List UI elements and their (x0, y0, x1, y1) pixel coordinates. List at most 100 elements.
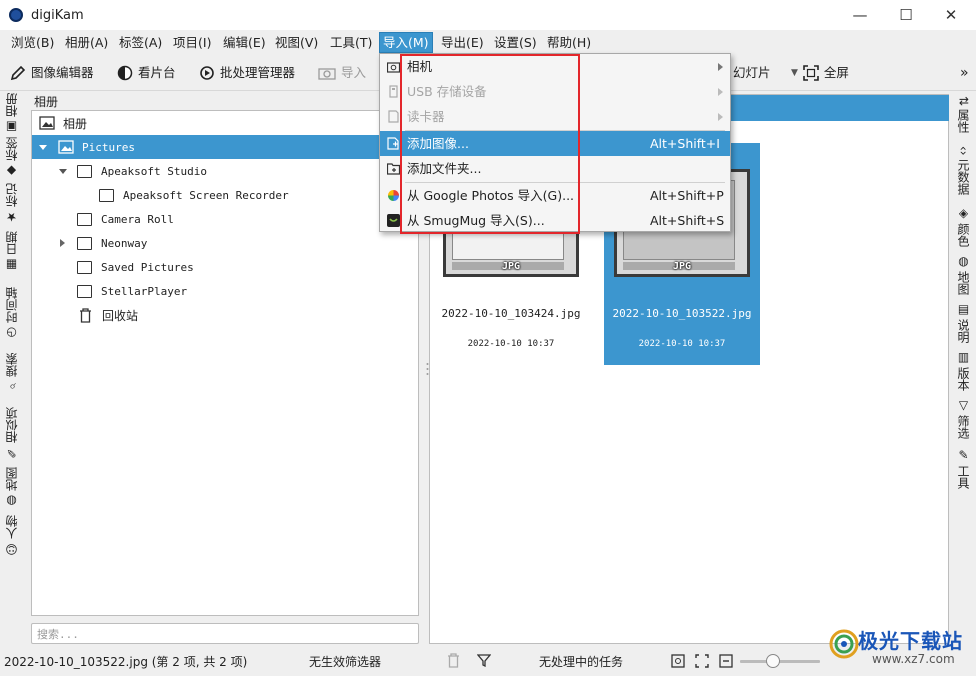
filter-icon[interactable] (477, 654, 491, 667)
close-button[interactable]: ✕ (941, 5, 961, 25)
album-neonway[interactable]: Neonway (32, 231, 418, 255)
album-root[interactable]: 相册 (32, 111, 418, 135)
album-trash[interactable]: 回收站 (32, 303, 418, 327)
menu-album[interactable]: 相册(A) (62, 33, 111, 52)
trash-icon (80, 307, 91, 323)
zoom-out-icon[interactable] (719, 654, 733, 668)
album-saved-pictures[interactable]: Saved Pictures (32, 255, 418, 279)
pencil-icon: ✎ (956, 448, 971, 462)
code-icon: ‹› (956, 146, 971, 156)
menu-tools[interactable]: 工具(T) (327, 33, 375, 52)
menu-tags[interactable]: 标签(A) (116, 33, 165, 52)
tab-dates[interactable]: ▦ 日期 (3, 231, 20, 272)
tab-colors[interactable]: ◈ 颜色 (955, 206, 972, 247)
tab-labels[interactable]: ★ 标记 (3, 183, 20, 224)
light-table-icon (117, 65, 133, 81)
image-editor-button[interactable]: 图像编辑器 (10, 63, 94, 83)
tab-metadata-label: 元数据 (956, 158, 970, 195)
tab-geolocation[interactable]: ◍ 地图 (955, 254, 972, 295)
menu-help[interactable]: 帮助(H) (544, 33, 594, 52)
versions-icon: ▥ (956, 350, 971, 364)
thumbnail-filename: 2022-10-10_103522.jpg (612, 307, 752, 320)
fullscreen-label: 全屏 (823, 65, 849, 80)
tab-tools-label: 工具 (956, 465, 970, 489)
title-bar (0, 0, 976, 30)
tab-metadata[interactable]: ‹› 元数据 (955, 146, 972, 195)
album-camera-roll[interactable]: Camera Roll (32, 207, 418, 231)
tab-versions[interactable]: ▥ 版本 (955, 350, 972, 391)
menu-settings[interactable]: 设置(S) (491, 33, 540, 52)
album-pictures[interactable]: Pictures (32, 135, 418, 159)
thumbnail-date: 2022-10-10 10:37 (467, 339, 555, 349)
tab-search[interactable]: ⌕ 搜索 (3, 348, 20, 392)
menu-browse[interactable]: 浏览(B) (8, 33, 57, 52)
tab-filters-label: 筛选 (956, 415, 970, 439)
tab-timeline[interactable]: ◷ 时间轴 (3, 280, 20, 340)
menu-export[interactable]: 导出(E) (438, 33, 487, 52)
thumbnail-filename: 2022-10-10_103424.jpg (441, 307, 581, 320)
folder-icon (77, 236, 92, 250)
album-root-label: 相册 (63, 116, 88, 131)
brush-icon: ✎ (4, 446, 19, 460)
task-status: 无处理中的任务 (539, 655, 624, 669)
calendar-icon: ▦ (4, 258, 19, 272)
filter-status[interactable]: 无生效筛选器 (309, 653, 381, 670)
left-sidebar-tabs: ▣ 相册 ◆ 标签 ★ 标记 ▦ 日期 ◷ 时间轴 ⌕ 搜索 ✎ 相似项 ◍ 地图 ☺ 人物 (0, 92, 26, 642)
tab-albums-label: 相册 (5, 93, 19, 117)
watermark-url: www.xz7.com (872, 652, 955, 666)
album-apeaksoft-studio[interactable]: Apeaksoft Studio (32, 159, 418, 183)
submenu-arrow-icon (718, 113, 723, 121)
album-label: Neonway (101, 236, 148, 250)
maximize-button[interactable]: ☐ (896, 5, 916, 25)
menu-view[interactable]: 视图(V) (272, 33, 321, 52)
clock-icon: ◷ (4, 326, 19, 340)
slideshow-label: 幻灯片 (733, 65, 771, 80)
star-icon: ★ (4, 210, 19, 224)
light-table-button[interactable]: 看片台 (117, 63, 176, 83)
toolbar-overflow-button[interactable]: » (960, 63, 969, 83)
chevron-down-icon[interactable] (59, 168, 67, 174)
fullscreen-button[interactable]: ▼ 全屏 (791, 63, 849, 83)
zoom-100-icon[interactable] (695, 654, 709, 668)
chevron-down-icon[interactable] (39, 144, 47, 150)
tab-similarity[interactable]: ✎ 相似项 (3, 400, 20, 460)
batch-queue-button[interactable]: 批处理管理器 (199, 63, 295, 83)
zoom-fit-icon[interactable] (671, 654, 685, 668)
tab-properties-label: 属性 (956, 109, 970, 134)
tab-map[interactable]: ◍ 地图 (3, 467, 20, 508)
menu-edit[interactable]: 编辑(E) (220, 33, 269, 52)
import-button[interactable]: 导入 (318, 63, 366, 83)
menu-items[interactable]: 项目(I) (170, 33, 214, 52)
menu-item-shortcut: Alt+Shift+S (650, 213, 725, 228)
paint-bucket-icon: ◈ (956, 206, 971, 220)
album-apeaksoft-screen-recorder[interactable]: Apeaksoft Screen Recorder (32, 183, 418, 207)
tab-tags[interactable]: ◆ 标签 (3, 137, 20, 178)
highlight-box (400, 54, 580, 234)
album-stellarplayer[interactable]: StellarPlayer (32, 279, 418, 303)
tab-tools[interactable]: ✎ 工具 (955, 448, 972, 489)
album-label: StellarPlayer (101, 284, 188, 298)
tab-tags-label: 标签 (5, 137, 19, 161)
tab-filters[interactable]: ▽ 筛选 (955, 398, 972, 439)
tab-albums[interactable]: ▣ 相册 (3, 93, 20, 134)
menu-bar: 浏览(B) 相册(A) 标签(A) 项目(I) 编辑(E) 视图(V) 工具(T… (0, 30, 976, 54)
trash-icon[interactable] (447, 653, 460, 668)
minimize-button[interactable]: — (850, 5, 870, 25)
album-icon (39, 116, 55, 130)
card-reader-icon (388, 110, 399, 123)
tab-versions-label: 版本 (956, 367, 970, 391)
tab-geolocation-label: 地图 (956, 271, 970, 295)
folder-icon (77, 260, 92, 274)
tab-properties[interactable]: ⇅ 属性 (955, 96, 972, 133)
album-label: Apeaksoft Screen Recorder (123, 188, 289, 202)
search-icon: ⌕ (4, 380, 19, 392)
slideshow-button[interactable]: 幻灯片 (733, 63, 771, 83)
filter-icon: ▽ (956, 398, 971, 412)
zoom-slider-handle[interactable] (766, 654, 780, 668)
tab-captions[interactable]: ▤ 说明 (955, 302, 972, 343)
album-search-input[interactable]: 搜索... (31, 623, 419, 644)
tab-people[interactable]: ☺ 人物 (3, 512, 20, 556)
zoom-slider-track[interactable] (740, 660, 820, 663)
chevron-right-icon[interactable] (60, 239, 65, 247)
menu-import[interactable]: 导入(M) (379, 32, 433, 53)
